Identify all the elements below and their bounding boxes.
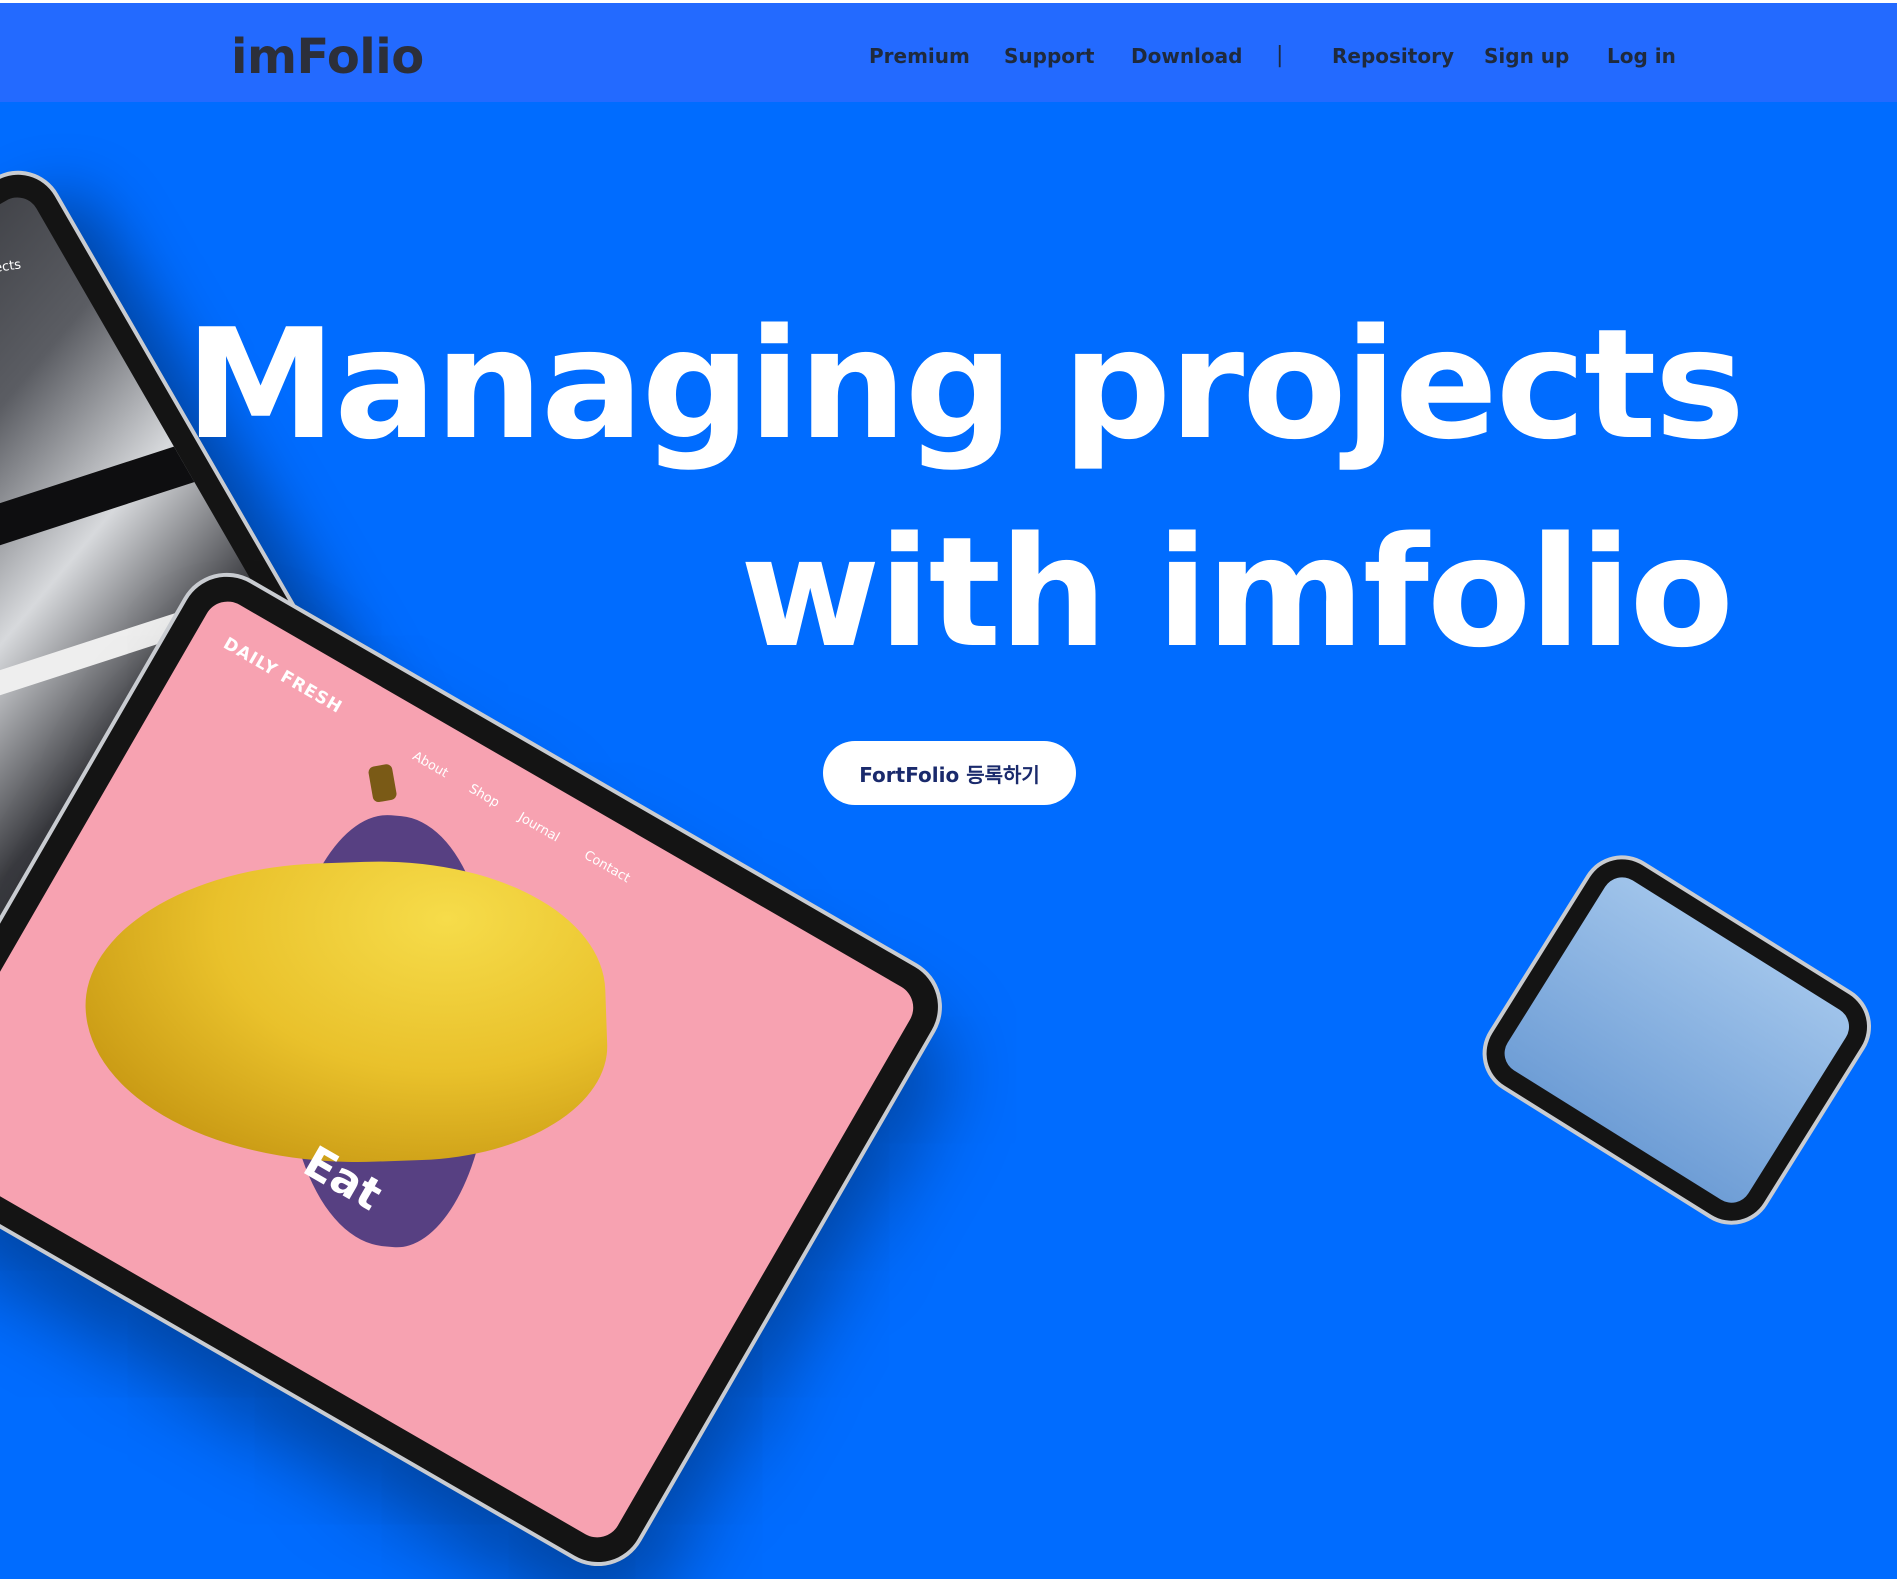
mockup-nav-journal: Journal <box>515 809 562 846</box>
nav-signup-link[interactable]: Sign up <box>1484 43 1569 69</box>
nav-separator: | <box>1276 43 1284 68</box>
main-tablet-screen: DAILY FRESH About Shop Journal Contact E… <box>0 592 922 1547</box>
register-portfolio-button[interactable]: FortFolio 등록하기 <box>823 741 1076 805</box>
left-tablet-projects-label: Projects <box>0 257 22 280</box>
main-nav: Premium Support Download | Repository Si… <box>0 43 1897 73</box>
mockup-nav-about: About <box>409 748 451 782</box>
banana-image <box>80 853 611 1172</box>
nav-login-link[interactable]: Log in <box>1607 43 1676 69</box>
nav-premium-link[interactable]: Premium <box>869 43 970 69</box>
top-navigation-bar: imFolio Premium Support Download | Repos… <box>0 0 1897 102</box>
mockup-brand-label: DAILY FRESH <box>219 633 346 718</box>
banana-stem-image <box>367 763 398 803</box>
right-tablet-screen <box>1497 869 1857 1211</box>
nav-support-link[interactable]: Support <box>1004 43 1094 69</box>
nav-repository-link[interactable]: Repository <box>1332 43 1454 69</box>
mockup-nav-shop: Shop <box>466 781 502 811</box>
right-tablet-mockup <box>1472 845 1882 1236</box>
hero-heading-line-2: with imfolio <box>740 504 1734 681</box>
hero-heading-line-1: Managing projects <box>185 296 1745 473</box>
mockup-nav-contact: Contact <box>581 847 633 887</box>
nav-download-link[interactable]: Download <box>1131 43 1242 69</box>
main-tablet-mockup: DAILY FRESH About Shop Journal Contact E… <box>0 560 955 1579</box>
